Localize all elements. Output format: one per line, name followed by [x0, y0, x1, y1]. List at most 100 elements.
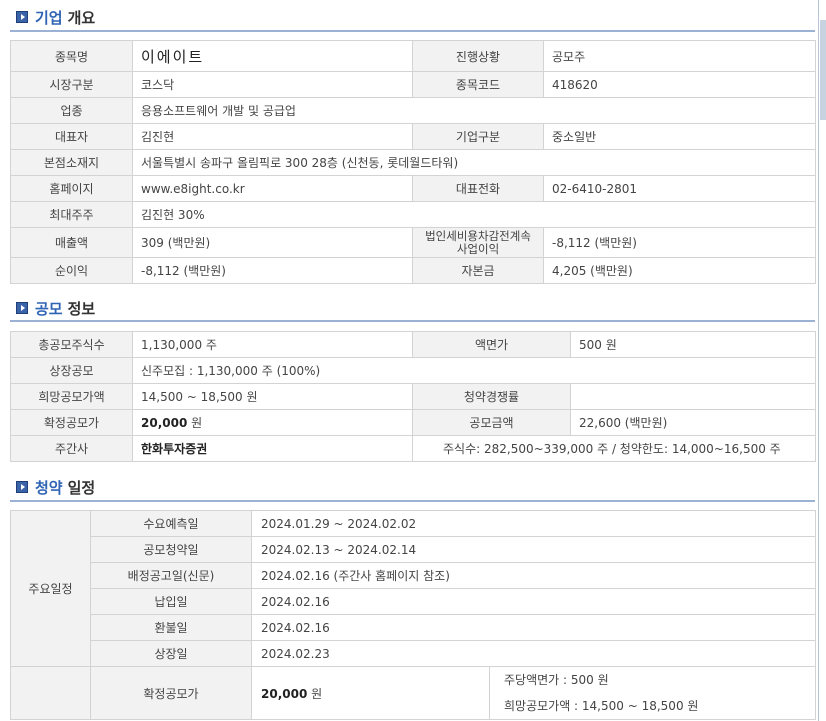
- schedule-item-value: 2024.02.13 ~ 2024.02.14: [250, 536, 817, 563]
- section-title-schedule: 청약 일정: [16, 476, 95, 498]
- schedule-item-label: 납입일: [90, 588, 252, 615]
- label-status: 진행상황: [412, 40, 544, 72]
- corp-name-text: 이에이트: [141, 47, 205, 66]
- table-row: 종목명 이에이트 진행상황 공모주: [10, 40, 816, 72]
- label-ceo: 대표자: [10, 123, 133, 150]
- label-code: 종목코드: [412, 71, 544, 98]
- table-row: 매출액 309 (백만원) 법인세비용차감전계속사업이익 -8,112 (백만원…: [10, 227, 816, 258]
- schedule-item-value: 2024.02.23: [250, 640, 817, 667]
- schedule-item-label: 공모청약일: [90, 536, 252, 563]
- table-row: 업종 응용소프트웨어 개발 및 공급업: [10, 97, 816, 124]
- schedule-item-value: 2024.02.16: [250, 588, 817, 615]
- value-underwriter: 한화투자증권: [132, 435, 413, 462]
- value-listing-offer: 신주모집 : 1,130,000 주 (100%): [132, 357, 816, 384]
- fixed-price-number: 20,000: [261, 686, 308, 701]
- strip-segment: [820, 20, 826, 120]
- table-row: 공모청약일 2024.02.13 ~ 2024.02.14: [11, 536, 817, 563]
- table-row: 순이익 -8,112 (백만원) 자본금 4,205 (백만원): [10, 257, 816, 284]
- value-offer-amount: 22,600 (백만원): [570, 409, 816, 436]
- value-par-value: 500 원: [570, 331, 816, 358]
- value-industry: 응용소프트웨어 개발 및 공급업: [132, 97, 816, 124]
- fixed-price-unit: 원: [307, 686, 323, 701]
- schedule-item-label: 수요예측일: [90, 510, 252, 537]
- par-value-line: 주당액면가 : 500 원: [504, 673, 609, 687]
- label-price-group: [10, 666, 91, 720]
- label-phone: 대표전화: [412, 175, 544, 202]
- label-corp-type: 기업구분: [412, 123, 544, 150]
- label-hq: 본점소재지: [10, 149, 133, 176]
- section-title-main: 기업: [35, 8, 63, 27]
- table-row: 총공모주식수 1,130,000 주 액면가 500 원: [10, 331, 816, 358]
- label-corp-name: 종목명: [10, 40, 133, 72]
- label-homepage: 홈페이지: [10, 175, 133, 202]
- section-rule: [10, 320, 815, 322]
- value-code: 418620: [543, 71, 816, 98]
- underwriter-name: 한화투자증권: [141, 442, 208, 456]
- section-rule: [10, 30, 815, 32]
- label-market: 시장구분: [10, 71, 133, 98]
- value-hope-price: 14,500 ~ 18,500 원: [132, 383, 413, 410]
- value-phone: 02-6410-2801: [543, 175, 816, 202]
- table-row: 최대주주 김진현 30%: [10, 201, 816, 228]
- section-bullet-icon: [16, 481, 28, 493]
- offering-table: 총공모주식수 1,130,000 주 액면가 500 원 상장공모 신주모집 :…: [10, 331, 816, 462]
- schedule-item-label: 배정공고일(신문): [90, 562, 252, 589]
- section-title-sub: 일정: [67, 478, 96, 497]
- value-pretax-income: -8,112 (백만원): [543, 227, 816, 258]
- value-market: 코스닥: [132, 71, 413, 98]
- section-title-sub: 개요: [67, 8, 96, 27]
- label-capital: 자본금: [412, 257, 544, 284]
- value-corp-type: 중소일반: [543, 123, 816, 150]
- label-fixed-price-schedule: 확정공모가: [90, 666, 252, 720]
- schedule-table: 주요일정 수요예측일 2024.01.29 ~ 2024.02.02 공모청약일…: [10, 510, 817, 720]
- label-fixed-price: 확정공모가: [10, 409, 133, 436]
- label-underwriter: 주간사: [10, 435, 133, 462]
- value-status: 공모주: [543, 40, 816, 72]
- section-title-main: 공모: [35, 299, 63, 318]
- section-title-offering: 공모 정보: [16, 297, 95, 319]
- label-par-value: 액면가: [412, 331, 571, 358]
- value-fixed-price-schedule: 20,000 원: [251, 666, 490, 720]
- label-listing-offer: 상장공모: [10, 357, 133, 384]
- section-title-main: 청약: [35, 478, 63, 497]
- section-bullet-icon: [16, 11, 28, 23]
- hope-price-line: 희망공모가액 : 14,500 ~ 18,500 원: [504, 699, 699, 713]
- value-competition: [570, 383, 816, 410]
- table-row: 대표자 김진현 기업구분 중소일반: [10, 123, 816, 150]
- value-fixed-price: 20,000 원: [132, 409, 413, 436]
- label-sales: 매출액: [10, 227, 133, 258]
- value-price-details: 주당액면가 : 500 원 희망공모가액 : 14,500 ~ 18,500 원: [488, 666, 817, 720]
- schedule-item-value: 2024.02.16 (주간사 홈페이지 참조): [250, 562, 817, 589]
- table-row: 환불일 2024.02.16: [11, 614, 817, 641]
- label-total-shares: 총공모주식수: [10, 331, 133, 358]
- value-homepage[interactable]: www.e8ight.co.kr: [132, 175, 413, 202]
- label-net-income: 순이익: [10, 257, 133, 284]
- table-row: 상장일 2024.02.23: [11, 640, 817, 667]
- value-corp-name: 이에이트: [132, 40, 413, 72]
- section-bullet-icon: [16, 302, 28, 314]
- fixed-price-unit: 원: [187, 416, 203, 430]
- right-scroll-strip: [818, 0, 826, 721]
- value-ceo: 김진현: [132, 123, 413, 150]
- label-industry: 업종: [10, 97, 133, 124]
- table-row: 납입일 2024.02.16: [11, 588, 817, 615]
- value-underwriter-detail: 주식수: 282,500~339,000 주 / 청약한도: 14,000~16…: [412, 435, 816, 462]
- label-competition: 청약경쟁률: [412, 383, 571, 410]
- fixed-price-number: 20,000: [141, 416, 188, 430]
- section-title-sub: 정보: [67, 299, 96, 318]
- schedule-item-value: 2024.01.29 ~ 2024.02.02: [250, 510, 817, 537]
- schedule-item-label: 상장일: [90, 640, 252, 667]
- table-row: 홈페이지 www.e8ight.co.kr 대표전화 02-6410-2801: [10, 175, 816, 202]
- table-row: 희망공모가액 14,500 ~ 18,500 원 청약경쟁률: [10, 383, 816, 410]
- label-pretax-income: 법인세비용차감전계속사업이익: [412, 227, 544, 258]
- schedule-item-label: 환불일: [90, 614, 252, 641]
- value-hq: 서울특별시 송파구 올림픽로 300 28층 (신천동, 롯데월드타워): [132, 149, 816, 176]
- value-net-income: -8,112 (백만원): [132, 257, 413, 284]
- value-major-holder: 김진현 30%: [132, 201, 816, 228]
- label-offer-amount: 공모금액: [412, 409, 571, 436]
- label-hope-price: 희망공모가액: [10, 383, 133, 410]
- value-sales: 309 (백만원): [132, 227, 413, 258]
- table-row: 본점소재지 서울특별시 송파구 올림픽로 300 28층 (신천동, 롯데월드타…: [10, 149, 816, 176]
- table-row: 주요일정 수요예측일 2024.01.29 ~ 2024.02.02: [10, 510, 817, 667]
- table-row: 배정공고일(신문) 2024.02.16 (주간사 홈페이지 참조): [11, 562, 817, 589]
